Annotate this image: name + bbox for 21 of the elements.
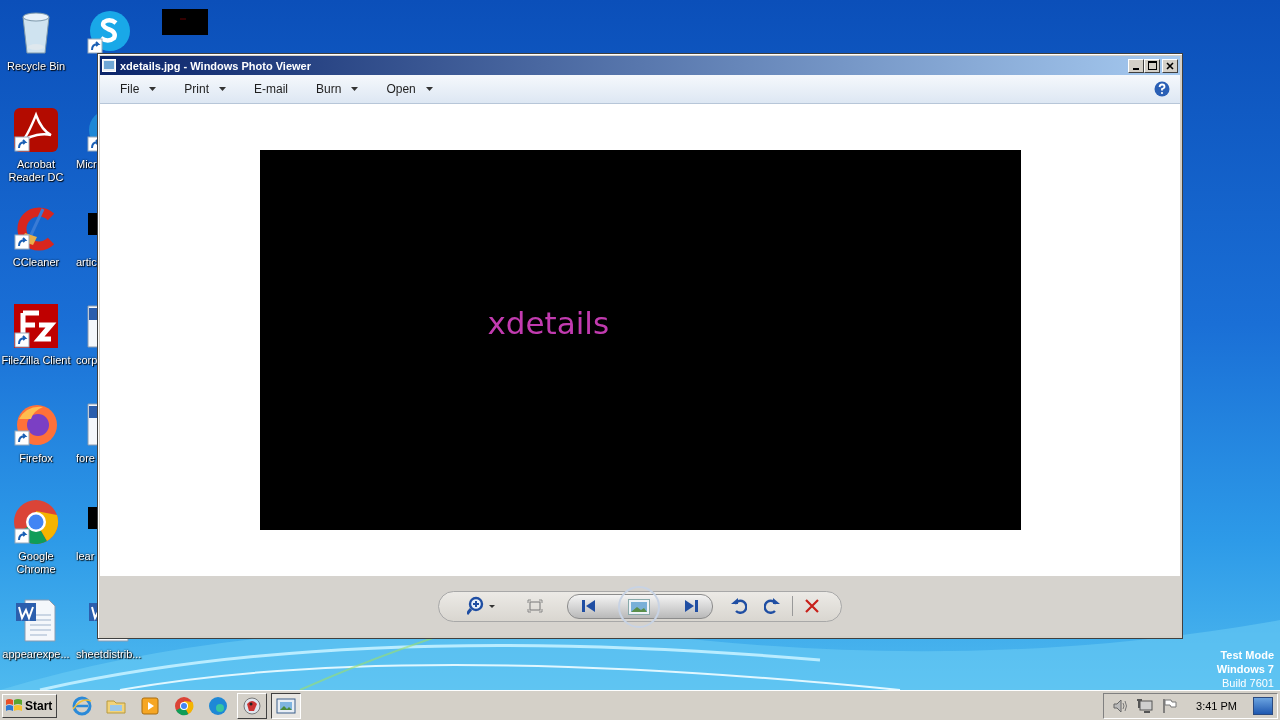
icon-label[interactable]: CCleaner xyxy=(12,256,60,269)
icon-label[interactable]: Recycle Bin xyxy=(6,60,66,73)
clock[interactable]: 3:41 PM xyxy=(1196,699,1237,712)
window-title: xdetails.jpg - Windows Photo Viewer xyxy=(120,59,312,72)
menu-item[interactable]: E-mail xyxy=(244,80,299,98)
icon-label[interactable]: artic xyxy=(76,256,97,269)
menu-item[interactable]: File xyxy=(110,80,167,98)
icon-label[interactable]: Micr xyxy=(76,158,97,171)
icon-label[interactable]: Acrobat Reader DC xyxy=(0,158,72,184)
system-notice-text: Test Mode xyxy=(1220,648,1274,662)
icon-label[interactable]: fore xyxy=(76,452,95,465)
start-button[interactable]: Start xyxy=(2,693,58,718)
icon-label[interactable]: Firefox xyxy=(19,452,53,465)
menu-item[interactable]: Open xyxy=(376,80,443,98)
icon-label[interactable]: FileZilla Client xyxy=(1,354,71,367)
image-text: xdetails xyxy=(487,305,610,341)
menu-item[interactable]: Print xyxy=(174,80,237,98)
menu-item[interactable]: Burn xyxy=(306,80,369,98)
system-notice-text: Build 7601 xyxy=(1222,676,1274,690)
system-notice-text: Windows 7 xyxy=(1216,662,1274,676)
icon-label[interactable]: corp xyxy=(76,354,98,367)
